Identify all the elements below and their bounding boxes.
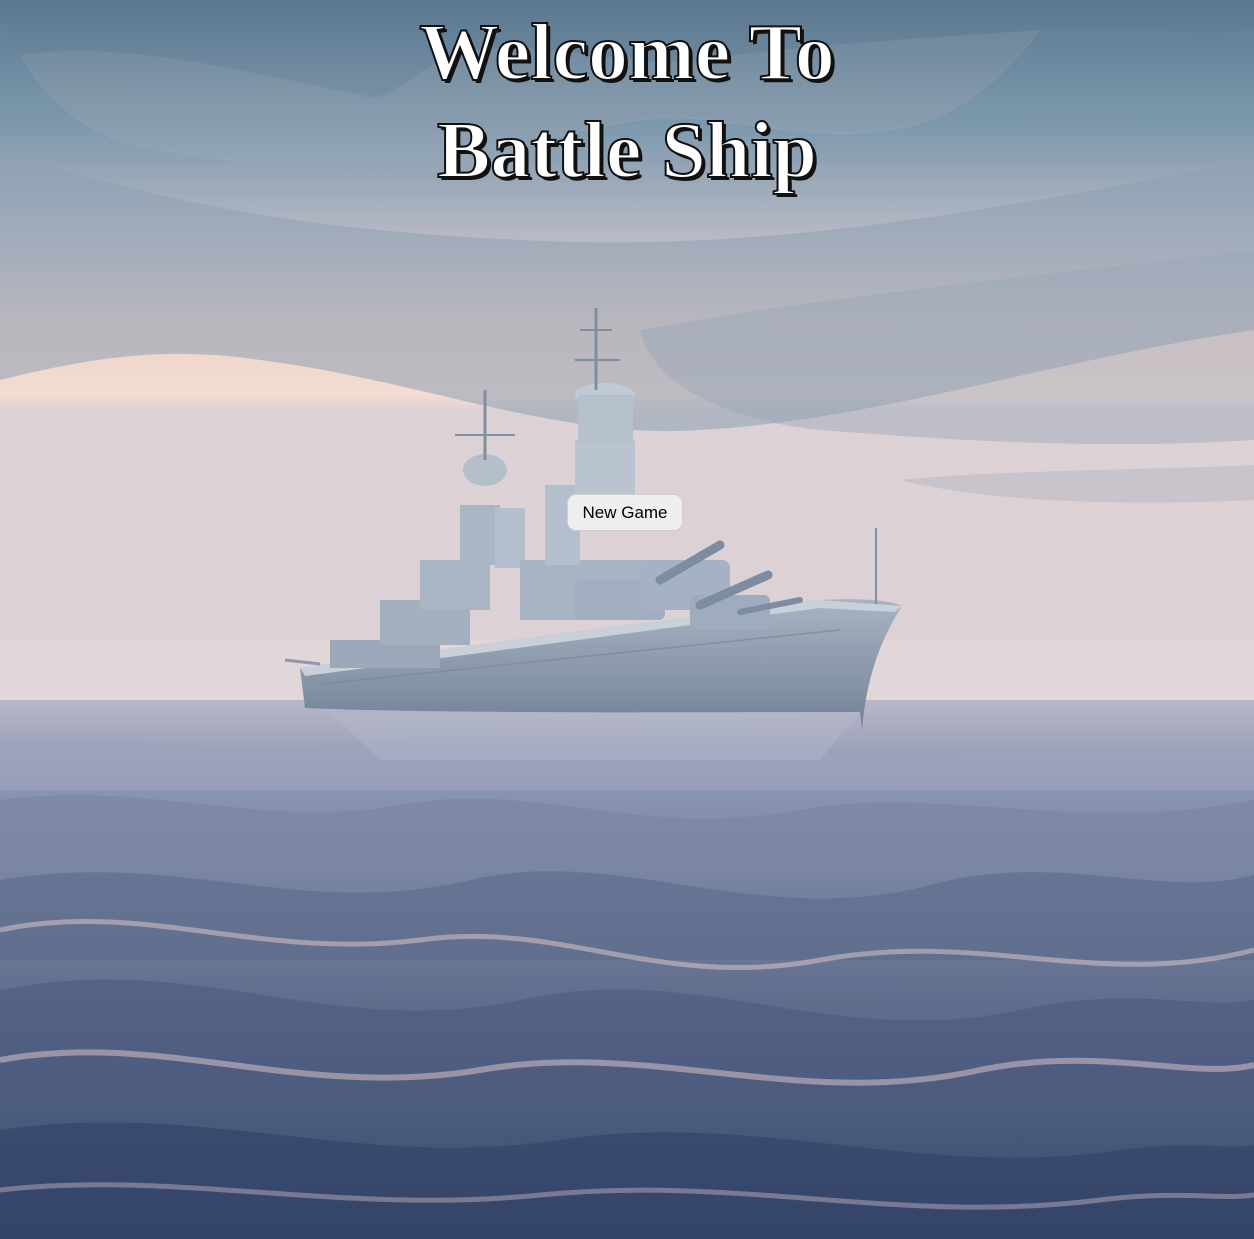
title-line-2: Battle Ship bbox=[436, 106, 818, 196]
new-game-button[interactable]: New Game bbox=[567, 494, 683, 531]
title-line-1: Welcome To bbox=[418, 8, 836, 98]
page-title: Welcome To Battle Ship bbox=[0, 4, 1254, 200]
